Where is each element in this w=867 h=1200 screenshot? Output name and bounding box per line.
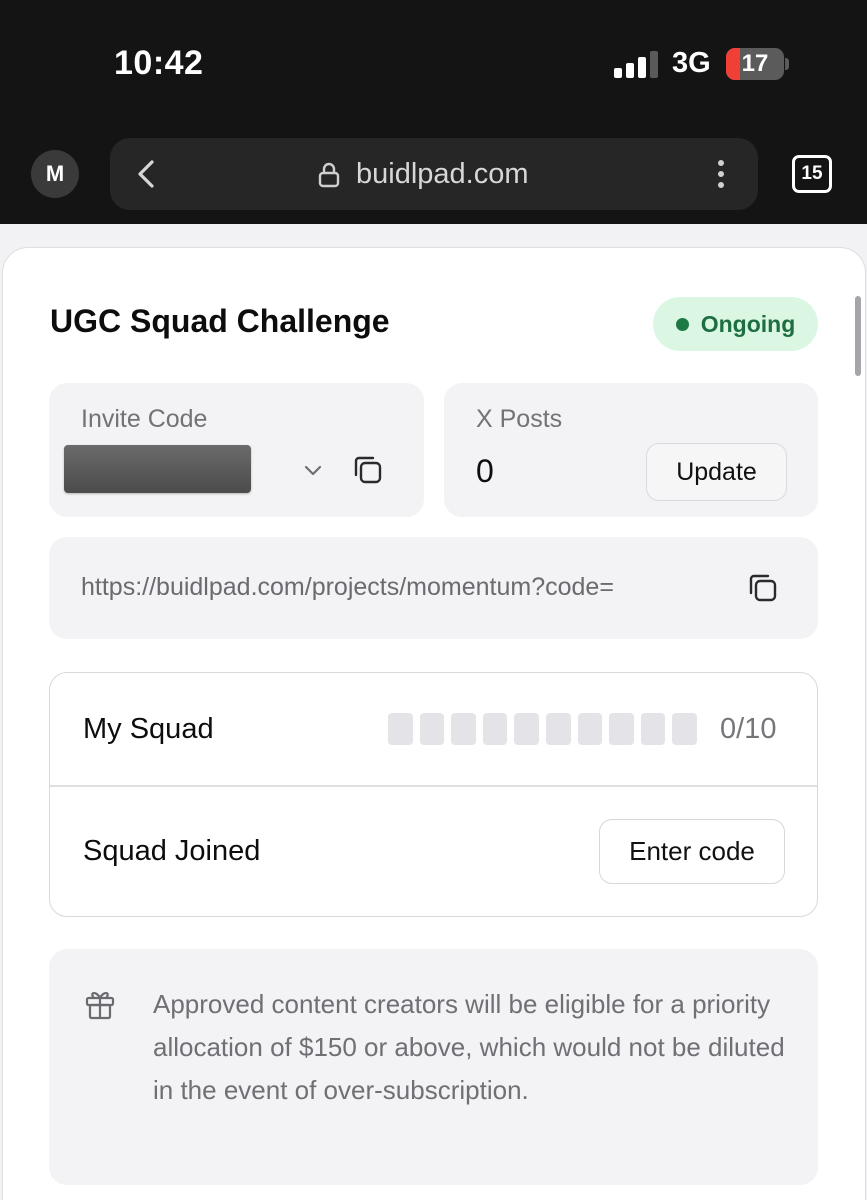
back-button[interactable] [130,156,162,192]
copy-link-icon[interactable] [746,571,780,605]
update-button[interactable]: Update [646,443,787,501]
squad-slot [514,713,539,745]
invite-link-panel: https://buidlpad.com/projects/momentum?c… [49,537,818,639]
squad-slot [640,713,666,745]
invite-code-label: Invite Code [81,405,208,433]
squad-joined-label: Squad Joined [83,835,261,867]
chevron-down-icon[interactable] [302,459,324,481]
status-dot-icon [675,317,689,331]
address-bar[interactable]: buidlpad.com [110,138,758,210]
page-title: UGC Squad Challenge [50,303,390,339]
squad-slot [482,713,508,745]
squad-box: My Squad 0/10 Squad Joined Enter code [49,672,818,917]
squad-slot [609,713,634,745]
url-text[interactable]: buidlpad.com [356,158,529,191]
network-type: 3G [672,47,711,79]
squad-slot [388,713,413,745]
status-badge-label: Ongoing [700,310,796,337]
copy-icon[interactable] [351,453,385,487]
info-text: Approved content creators will be eligib… [153,989,785,1105]
x-posts-panel: X Posts 0 Update [444,383,818,517]
battery-level: 17 [741,50,769,77]
squad-slot [419,713,445,745]
invite-link-text[interactable]: https://buidlpad.com/projects/momentum?c… [81,573,727,602]
scrollbar[interactable] [855,296,861,376]
enter-code-button[interactable]: Enter code [599,819,785,884]
squad-count: 0/10 [720,713,777,745]
invite-code-value [64,445,251,493]
info-panel: Approved content creators will be eligib… [49,949,818,1185]
lock-icon [318,162,340,188]
battery-tip [785,58,789,70]
cellular-signal-icon [614,50,660,78]
squad-slot [577,713,603,745]
x-posts-label: X Posts [476,405,563,433]
squad-slot [451,713,476,745]
squad-slot [545,713,571,745]
tab-switcher-button[interactable]: 15 [792,155,832,193]
invite-code-panel: Invite Code [49,383,424,517]
chevron-left-icon [138,160,154,188]
x-posts-count: 0 [476,453,494,489]
squad-slot [672,713,697,745]
my-squad-label: My Squad [83,713,214,745]
squad-slots [388,713,697,745]
divider [50,785,817,787]
status-badge: Ongoing [653,297,818,351]
more-options-icon[interactable] [710,156,732,192]
gift-icon [85,992,115,1020]
profile-avatar[interactable]: M [31,150,79,198]
status-time: 10:42 [114,44,204,82]
battery-icon: 17 [726,48,784,80]
